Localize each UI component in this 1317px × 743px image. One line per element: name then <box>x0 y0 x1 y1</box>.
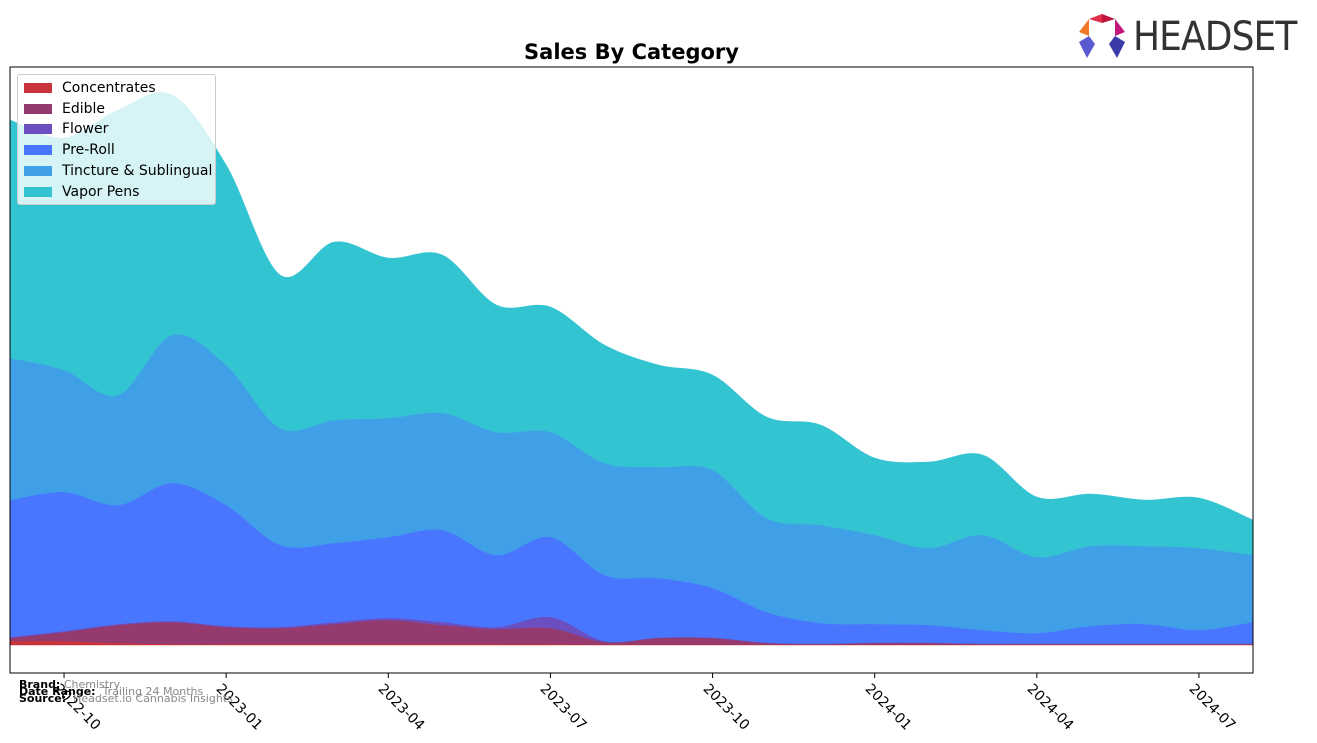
source-value: Headset.io Cannabis Insights <box>73 692 233 705</box>
chart-container: Sales By Category Concentrates Edible Flow… <box>0 0 1317 743</box>
legend-swatch <box>24 124 52 135</box>
legend-swatch <box>24 186 52 197</box>
legend-label: Flower <box>62 121 109 138</box>
legend-item: Edible <box>24 99 105 119</box>
legend-swatch <box>24 83 52 93</box>
legend-label: Pre-Roll <box>62 142 115 159</box>
legend-swatch <box>24 103 52 114</box>
headset-logo-icon <box>1079 14 1125 58</box>
legend-swatch <box>24 165 52 176</box>
legend-label: Edible <box>62 100 106 117</box>
legend-item: Pre-Roll <box>24 140 115 160</box>
legend-item: Concentrates <box>24 78 156 98</box>
legend-swatch <box>24 145 52 156</box>
legend-label: Tincture & Sublingual <box>62 162 213 179</box>
legend-item: Vapor Pens <box>24 182 139 202</box>
legend-label: Vapor Pens <box>62 183 140 200</box>
headset-logo: HEADSET <box>1079 14 1315 60</box>
legend-item: Tincture & Sublingual <box>24 161 212 181</box>
legend-label: Concentrates <box>62 80 156 96</box>
chart-title: Sales By Category <box>524 40 739 64</box>
legend-item: Flower <box>24 119 108 139</box>
logo-text: HEADSET <box>1133 14 1297 60</box>
footer-source: Source: Headset.io Cannabis Insights <box>19 693 233 704</box>
legend: Concentrates Edible Flower Pre-Roll Tincture… <box>17 74 216 205</box>
source-label: Source: <box>19 692 67 705</box>
